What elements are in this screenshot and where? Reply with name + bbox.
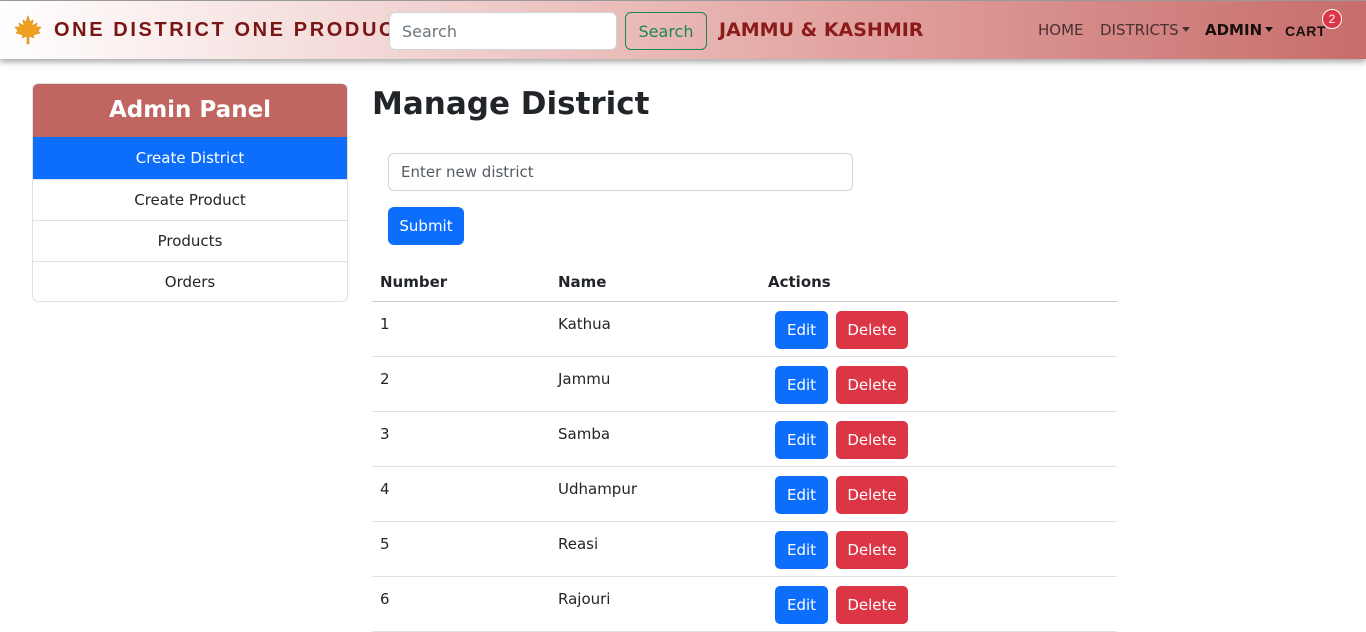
brand-title[interactable]: ONE DISTRICT ONE PRODUCT: [54, 19, 411, 42]
row-name: Samba: [558, 425, 611, 443]
table-row: 6 Rajouri Edit Delete: [372, 577, 1117, 632]
edit-button[interactable]: Edit: [775, 421, 828, 459]
header-name: Name: [558, 273, 607, 291]
delete-button[interactable]: Delete: [836, 366, 908, 404]
edit-button[interactable]: Edit: [775, 366, 828, 404]
search-button[interactable]: Search: [625, 12, 707, 50]
table-row: 2 Jammu Edit Delete: [372, 357, 1117, 412]
nav-districts-label: DISTRICTS: [1100, 21, 1179, 39]
edit-button[interactable]: Edit: [775, 531, 828, 569]
caret-down-icon: [1265, 27, 1274, 32]
sidebar-item-create-product[interactable]: Create Product: [33, 179, 347, 220]
table-row: 5 Reasi Edit Delete: [372, 522, 1117, 577]
row-name: Rajouri: [558, 590, 611, 608]
row-name: Kathua: [558, 315, 611, 333]
row-name: Udhampur: [558, 480, 638, 498]
table-row: 1 Kathua Edit Delete: [372, 302, 1117, 357]
delete-button[interactable]: Delete: [836, 311, 908, 349]
delete-button[interactable]: Delete: [836, 531, 908, 569]
header-number: Number: [380, 273, 448, 291]
cart-count-badge: 2: [1322, 9, 1342, 29]
table-row: 3 Samba Edit Delete: [372, 412, 1117, 467]
nav-cart-link[interactable]: CART: [1285, 23, 1326, 39]
nav-districts-dropdown[interactable]: DISTRICTS: [1100, 21, 1190, 39]
districts-table: Number Name Actions 1 Kathua Edit Delete…: [372, 262, 1117, 632]
sidebar-item-create-district[interactable]: Create District: [33, 137, 347, 179]
row-name: Jammu: [558, 370, 611, 388]
sidebar-item-products[interactable]: Products: [33, 220, 347, 261]
edit-button[interactable]: Edit: [775, 586, 828, 624]
row-number: 3: [380, 425, 390, 443]
search-input[interactable]: [389, 12, 617, 50]
admin-sidebar: Admin Panel Create District Create Produ…: [32, 83, 348, 302]
sidebar-title: Admin Panel: [33, 84, 347, 137]
navbar: ONE DISTRICT ONE PRODUCT Search JAMMU & …: [0, 0, 1366, 59]
edit-button[interactable]: Edit: [775, 311, 828, 349]
page-title: Manage District: [372, 86, 650, 122]
row-number: 4: [380, 480, 390, 498]
table-header: Number Name Actions: [372, 262, 1117, 302]
caret-down-icon: [1181, 27, 1190, 32]
nav-home-link[interactable]: HOME: [1038, 21, 1084, 39]
delete-button[interactable]: Delete: [836, 476, 908, 514]
table-row: 4 Udhampur Edit Delete: [372, 467, 1117, 522]
nav-admin-dropdown[interactable]: ADMIN: [1205, 21, 1274, 39]
state-name: JAMMU & KASHMIR: [719, 19, 924, 41]
row-number: 2: [380, 370, 390, 388]
row-number: 1: [380, 315, 390, 333]
row-number: 6: [380, 590, 390, 608]
row-name: Reasi: [558, 535, 599, 553]
delete-button[interactable]: Delete: [836, 421, 908, 459]
edit-button[interactable]: Edit: [775, 476, 828, 514]
delete-button[interactable]: Delete: [836, 586, 908, 624]
header-actions: Actions: [768, 273, 831, 291]
submit-button[interactable]: Submit: [388, 207, 464, 245]
row-number: 5: [380, 535, 390, 553]
new-district-input[interactable]: [388, 153, 853, 191]
nav-admin-label: ADMIN: [1205, 21, 1263, 39]
maple-leaf-icon[interactable]: [12, 14, 44, 46]
sidebar-item-orders[interactable]: Orders: [33, 261, 347, 301]
